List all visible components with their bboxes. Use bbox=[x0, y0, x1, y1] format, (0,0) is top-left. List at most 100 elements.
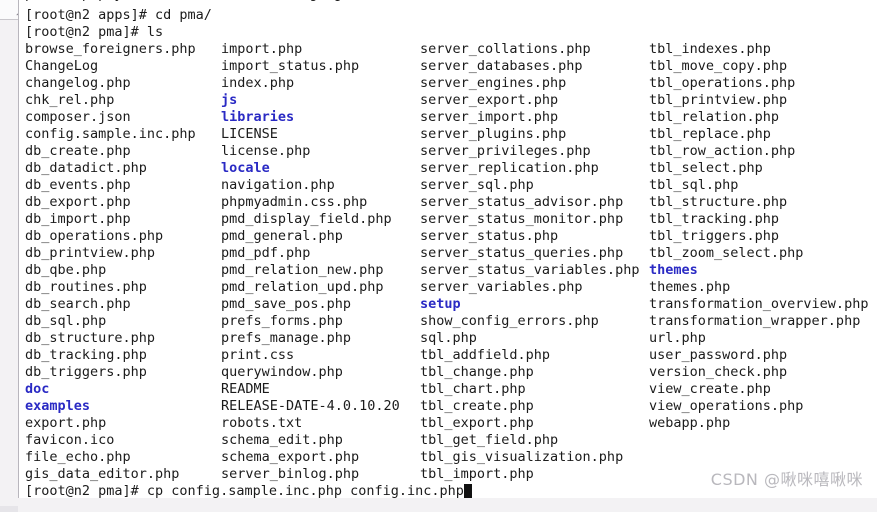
file-entry: chk_rel.php bbox=[25, 92, 115, 108]
final-command-text: [root@n2 pma]# cp config.sample.inc.php … bbox=[25, 483, 464, 498]
file-entry: db_tracking.php bbox=[25, 347, 147, 363]
file-entry: tbl_sql.php bbox=[649, 177, 739, 193]
listing-row: db_datadict.php locale server_replication.… bbox=[25, 160, 877, 177]
file-entry: sql.php bbox=[420, 330, 477, 346]
file-entry: transformation_wrapper.php bbox=[649, 313, 861, 329]
listing-row: export.php robots.txt tbl_export.php webapp… bbox=[25, 415, 877, 432]
file-listing: browse_foreigners.php import.php server_co… bbox=[25, 41, 877, 483]
file-entry: import_status.php bbox=[221, 58, 360, 74]
file-entry: db_structure.php bbox=[25, 330, 156, 346]
file-entry: db_create.php bbox=[25, 143, 131, 159]
file-entry: server_plugins.php bbox=[420, 126, 567, 142]
listing-row: db_sql.php prefs_forms.php show_config_err… bbox=[25, 313, 877, 330]
listing-row: db_create.php license.php server_privilege… bbox=[25, 143, 877, 160]
listing-row: chk_rel.php js server_export.php tbl_printv… bbox=[25, 92, 877, 109]
terminal-window[interactable]: pma -> phpMyAdmin-4.0.10.20-all-language… bbox=[18, 0, 877, 498]
file-entry: version_check.php bbox=[649, 364, 788, 380]
file-entry: LICENSE bbox=[221, 126, 278, 142]
file-entry: pmd_relation_upd.php bbox=[221, 279, 384, 295]
directory-entry: doc bbox=[25, 381, 50, 397]
file-entry: db_routines.php bbox=[25, 279, 147, 295]
listing-row: config.sample.inc.php LICENSE server_plugi… bbox=[25, 126, 877, 143]
file-entry: pmd_display_field.php bbox=[221, 211, 392, 227]
file-entry: tbl_structure.php bbox=[649, 194, 788, 210]
window-bottom-strip bbox=[0, 502, 877, 512]
file-entry: tbl_replace.php bbox=[649, 126, 771, 142]
listing-row: db_printview.php pmd_pdf.php server_status… bbox=[25, 245, 877, 262]
file-entry: db_sql.php bbox=[25, 313, 107, 329]
listing-row: db_export.php phpmyadmin.css.php server_st… bbox=[25, 194, 877, 211]
file-entry: server_privileges.php bbox=[420, 143, 591, 159]
file-entry: server_engines.php bbox=[420, 75, 567, 91]
listing-row: db_triggers.php querywindow.php tbl_change… bbox=[25, 364, 877, 381]
file-entry: server_databases.php bbox=[420, 58, 583, 74]
listing-row: db_routines.php pmd_relation_upd.php serve… bbox=[25, 279, 877, 296]
file-entry: server_export.php bbox=[420, 92, 559, 108]
file-entry: tbl_tracking.php bbox=[649, 211, 780, 227]
file-entry: license.php bbox=[221, 143, 311, 159]
file-entry: tbl_select.php bbox=[649, 160, 763, 176]
file-entry: user_password.php bbox=[649, 347, 788, 363]
listing-row: db_import.php pmd_display_field.php server… bbox=[25, 211, 877, 228]
file-entry: db_search.php bbox=[25, 296, 131, 312]
file-entry: db_printview.php bbox=[25, 245, 156, 261]
file-entry: phpmyadmin.css.php bbox=[221, 194, 368, 210]
file-entry: pmd_relation_new.php bbox=[221, 262, 384, 278]
file-entry: schema_edit.php bbox=[221, 432, 343, 448]
file-entry: querywindow.php bbox=[221, 364, 343, 380]
file-entry: tbl_move_copy.php bbox=[649, 58, 788, 74]
file-entry: pmd_save_pos.php bbox=[221, 296, 352, 312]
file-entry: tbl_get_field.php bbox=[420, 432, 559, 448]
directory-entry: setup bbox=[420, 296, 461, 312]
file-entry: server_variables.php bbox=[420, 279, 583, 295]
csdn-watermark: CSDN @啾咪嘻啾咪 bbox=[710, 470, 863, 489]
listing-row: file_echo.php schema_export.php tbl_gis_vi… bbox=[25, 449, 877, 466]
file-entry: server_replication.php bbox=[420, 160, 599, 176]
file-entry: navigation.php bbox=[221, 177, 335, 193]
file-entry: db_import.php bbox=[25, 211, 131, 227]
file-entry: favicon.ico bbox=[25, 432, 115, 448]
file-entry: tbl_indexes.php bbox=[649, 41, 771, 57]
file-entry: ChangeLog bbox=[25, 58, 99, 74]
file-entry: export.php bbox=[25, 415, 107, 431]
terminal-output: pma -> phpMyAdmin-4.0.10.20-all-language… bbox=[19, 0, 877, 498]
listing-row: db_structure.php prefs_manage.php sql.php u… bbox=[25, 330, 877, 347]
file-entry: webapp.php bbox=[649, 415, 731, 431]
file-entry: robots.txt bbox=[221, 415, 303, 431]
listing-row: db_operations.php pmd_general.php server_s… bbox=[25, 228, 877, 245]
file-entry: config.sample.inc.php bbox=[25, 126, 196, 142]
listing-row: db_tracking.php print.css tbl_addfield.php… bbox=[25, 347, 877, 364]
file-entry: prefs_manage.php bbox=[221, 330, 352, 346]
file-entry: browse_foreigners.php bbox=[25, 41, 196, 57]
file-entry: print.css bbox=[221, 347, 295, 363]
file-entry: server_status_advisor.php bbox=[420, 194, 624, 210]
file-entry: tbl_export.php bbox=[420, 415, 534, 431]
file-entry: tbl_triggers.php bbox=[649, 228, 780, 244]
file-entry: schema_export.php bbox=[221, 449, 360, 465]
file-entry: file_echo.php bbox=[25, 449, 131, 465]
listing-row: browse_foreigners.php import.php server_co… bbox=[25, 41, 877, 58]
file-entry: server_status_queries.php bbox=[420, 245, 624, 261]
terminal-screenshot: ◢ pma -> phpMyAdmin-4.0.10.20-all-langua… bbox=[0, 0, 877, 512]
file-entry: db_events.php bbox=[25, 177, 131, 193]
listing-row: favicon.ico schema_edit.php tbl_get_field.… bbox=[25, 432, 877, 449]
file-entry: server_status_monitor.php bbox=[420, 211, 624, 227]
file-entry: server_status.php bbox=[420, 228, 559, 244]
file-entry: gis_data_editor.php bbox=[25, 466, 180, 482]
file-entry: import.php bbox=[221, 41, 303, 57]
file-entry: tbl_addfield.php bbox=[420, 347, 551, 363]
file-entry: view_create.php bbox=[649, 381, 771, 397]
scrollback-clipped-line: pma -> phpMyAdmin-4.0.10.20-all-language… bbox=[25, 0, 877, 7]
listing-row: doc README tbl_chart.php view_create.php bbox=[25, 381, 877, 398]
file-entry: server_sql.php bbox=[420, 177, 534, 193]
block-cursor bbox=[463, 484, 472, 498]
file-entry: tbl_gis_visualization.php bbox=[420, 449, 624, 465]
file-entry: pmd_pdf.php bbox=[221, 245, 311, 261]
file-entry: themes.php bbox=[649, 279, 731, 295]
listing-row: changelog.php index.php server_engines.php… bbox=[25, 75, 877, 92]
listing-row: examples RELEASE-DATE-4.0.10.20 tbl_create… bbox=[25, 398, 877, 415]
listing-row: db_qbe.php pmd_relation_new.php server_sta… bbox=[25, 262, 877, 279]
file-entry: README bbox=[221, 381, 270, 397]
file-entry: tbl_import.php bbox=[420, 466, 534, 482]
file-entry: show_config_errors.php bbox=[420, 313, 599, 329]
